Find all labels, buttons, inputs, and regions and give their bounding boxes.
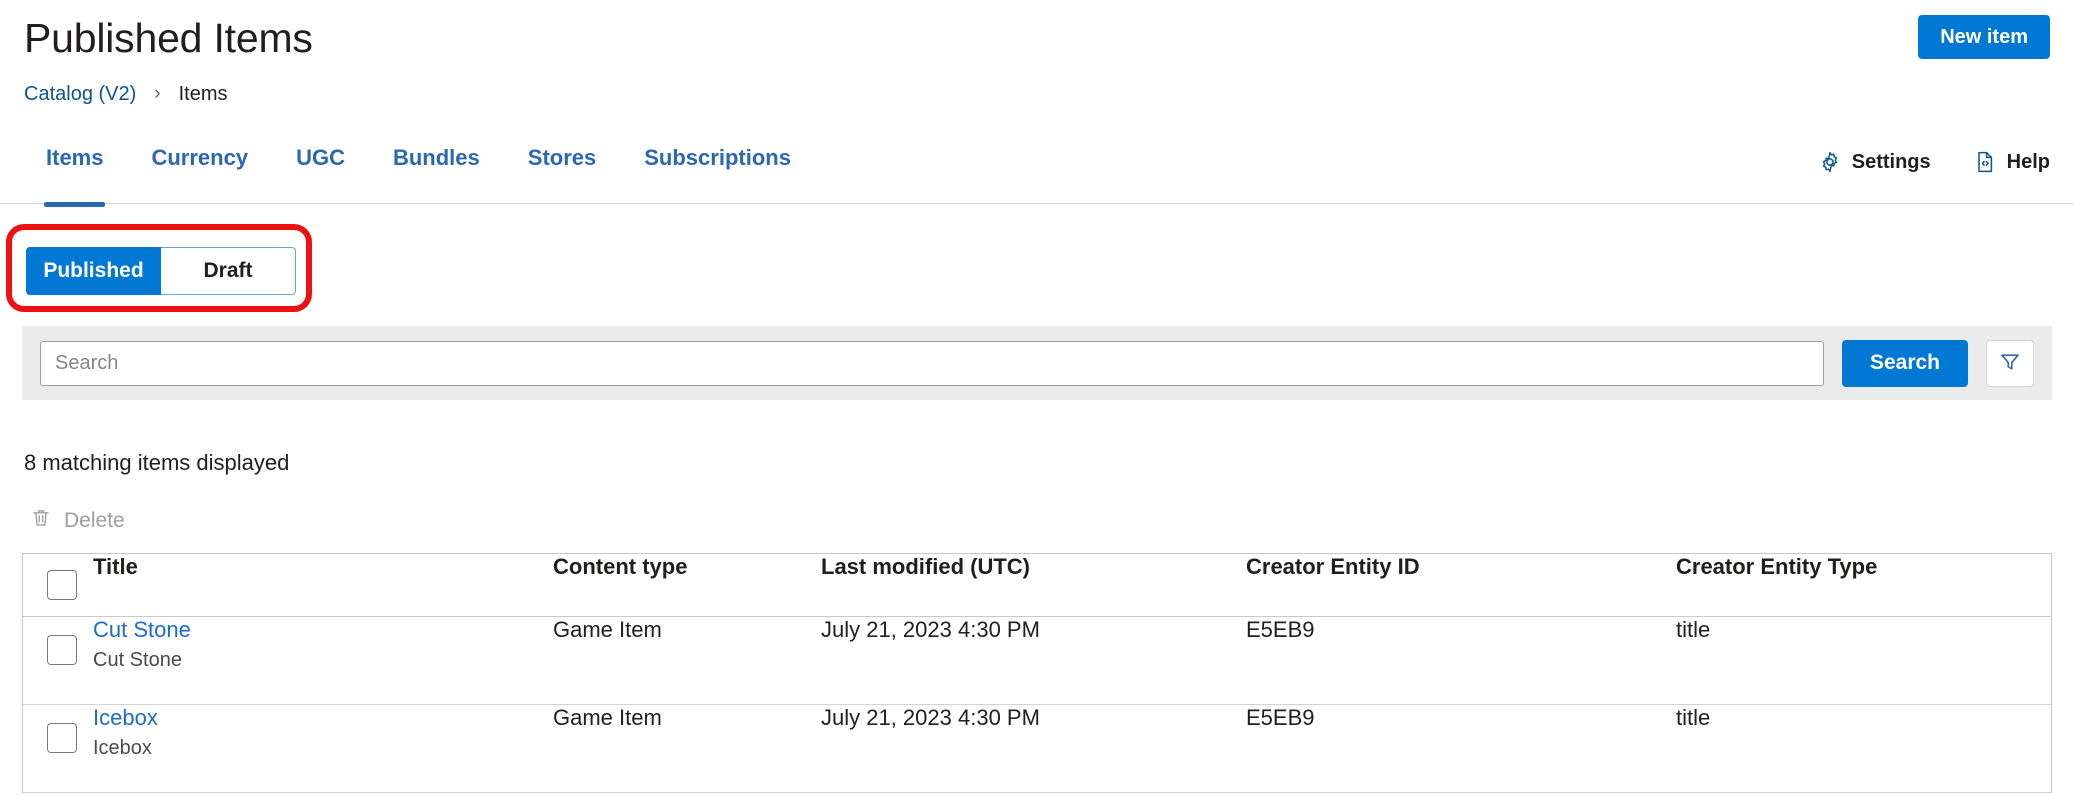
search-button[interactable]: Search: [1842, 340, 1968, 387]
table-header-row: Title Content type Last modified (UTC) C…: [23, 554, 2051, 616]
delete-label: Delete: [64, 509, 125, 533]
header-actions: Settings Help: [1814, 144, 2054, 180]
select-all-header: [23, 554, 93, 616]
row-content-type: Game Item: [553, 704, 821, 792]
column-header-title[interactable]: Title: [93, 554, 553, 616]
item-subtitle: Cut Stone: [93, 647, 553, 673]
row-select-cell: [23, 616, 93, 704]
tab-bundles[interactable]: Bundles: [369, 134, 504, 171]
row-creator-entity-type: title: [1676, 704, 2051, 792]
column-header-creator-entity-type[interactable]: Creator Entity Type: [1676, 554, 2051, 616]
toggle-published-button[interactable]: Published: [26, 247, 161, 295]
item-title-link[interactable]: Icebox: [93, 705, 553, 731]
toggle-draft-button[interactable]: Draft: [161, 247, 296, 295]
row-checkbox[interactable]: [47, 723, 77, 753]
settings-button[interactable]: Settings: [1814, 144, 1935, 180]
row-last-modified: July 21, 2023 4:30 PM: [821, 616, 1246, 704]
items-table: Title Content type Last modified (UTC) C…: [23, 554, 2051, 793]
row-last-modified: July 21, 2023 4:30 PM: [821, 704, 1246, 792]
results-count: 8 matching items displayed: [24, 450, 289, 476]
tab-subscriptions[interactable]: Subscriptions: [620, 134, 815, 171]
column-header-creator-entity-id[interactable]: Creator Entity ID: [1246, 554, 1676, 616]
breadcrumb-item-catalog[interactable]: Catalog (V2): [24, 82, 136, 106]
new-item-button[interactable]: New item: [1918, 15, 2050, 59]
column-header-content-type[interactable]: Content type: [553, 554, 821, 616]
filter-button[interactable]: [1986, 340, 2034, 387]
select-all-checkbox[interactable]: [47, 570, 77, 600]
help-label: Help: [2007, 151, 2050, 174]
row-content-type: Game Item: [553, 616, 821, 704]
items-table-container: Title Content type Last modified (UTC) C…: [22, 553, 2052, 793]
chevron-right-icon: ›: [154, 82, 160, 106]
tab-ugc[interactable]: UGC: [272, 134, 369, 171]
column-header-last-modified[interactable]: Last modified (UTC): [821, 554, 1246, 616]
row-title-cell: Cut Stone Cut Stone: [93, 616, 553, 704]
published-items-page: Published Items New item Catalog (V2) › …: [0, 0, 2074, 796]
breadcrumb: Catalog (V2) › Items: [24, 82, 228, 106]
settings-label: Settings: [1852, 151, 1931, 174]
tab-items[interactable]: Items: [22, 134, 127, 171]
page-title: Published Items: [24, 14, 313, 62]
search-bar: Search: [22, 326, 2052, 400]
table-row[interactable]: Icebox Icebox Game Item July 21, 2023 4:…: [23, 704, 2051, 792]
row-title-cell: Icebox Icebox: [93, 704, 553, 792]
tab-stores[interactable]: Stores: [504, 134, 620, 171]
trash-icon: [30, 507, 52, 535]
search-input[interactable]: [40, 341, 1824, 386]
delete-button[interactable]: Delete: [28, 503, 127, 539]
tab-bar: Items Currency UGC Bundles Stores Subscr…: [0, 134, 2074, 204]
gear-icon: [1818, 150, 1842, 174]
row-select-cell: [23, 704, 93, 792]
table-body: Cut Stone Cut Stone Game Item July 21, 2…: [23, 616, 2051, 792]
breadcrumb-item-items: Items: [179, 82, 228, 106]
publish-state-toggle: Published Draft: [26, 247, 296, 295]
row-creator-entity-id: E5EB9: [1246, 616, 1676, 704]
item-title-link[interactable]: Cut Stone: [93, 617, 553, 643]
item-subtitle: Icebox: [93, 735, 553, 761]
table-header: Title Content type Last modified (UTC) C…: [23, 554, 2051, 616]
funnel-filter-icon: [1998, 350, 2022, 377]
tab-currency[interactable]: Currency: [127, 134, 272, 171]
help-document-icon: [1973, 150, 1997, 174]
row-checkbox[interactable]: [47, 635, 77, 665]
row-creator-entity-id: E5EB9: [1246, 704, 1676, 792]
help-button[interactable]: Help: [1969, 144, 2054, 180]
command-bar: Delete: [28, 503, 127, 539]
row-creator-entity-type: title: [1676, 616, 2051, 704]
table-row[interactable]: Cut Stone Cut Stone Game Item July 21, 2…: [23, 616, 2051, 704]
tab-list: Items Currency UGC Bundles Stores Subscr…: [22, 134, 815, 204]
